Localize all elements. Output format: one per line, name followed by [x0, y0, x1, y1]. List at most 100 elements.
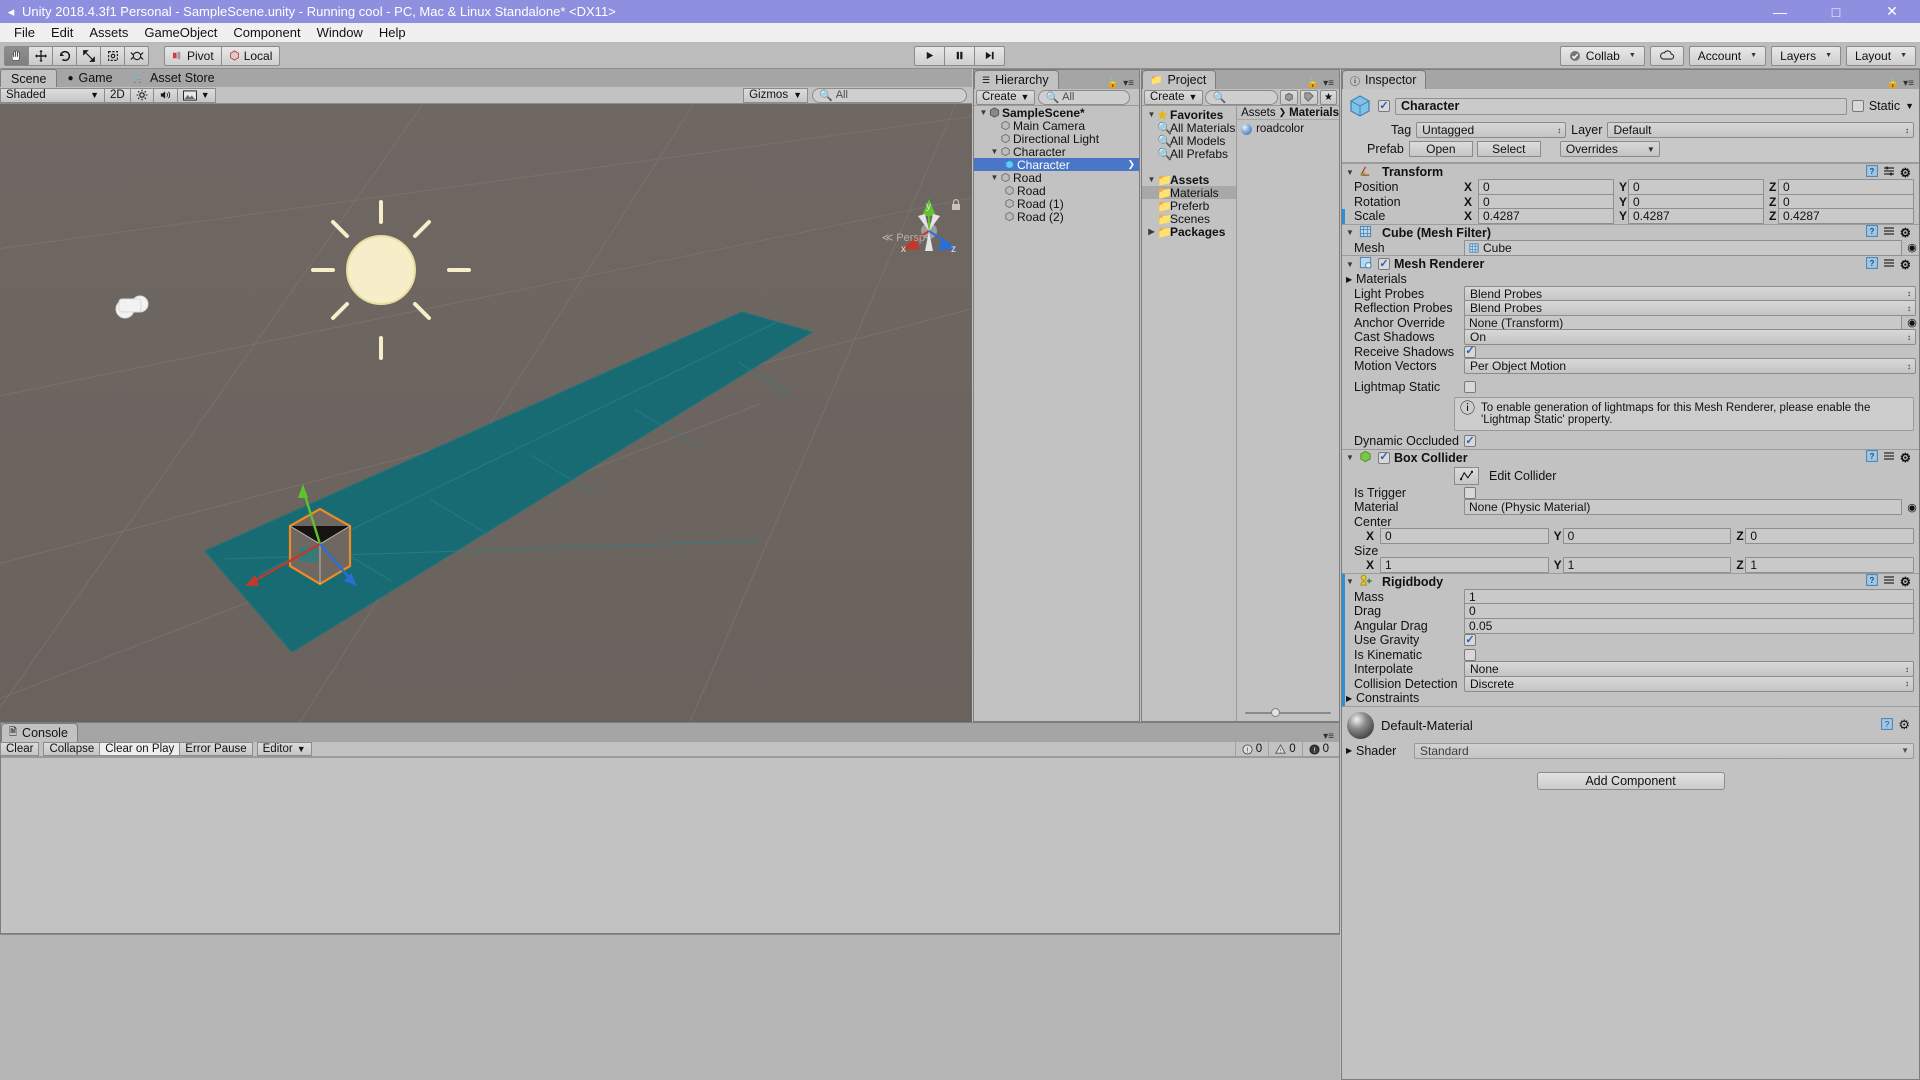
project-row-all-models[interactable]: 🔍 All Models	[1142, 134, 1236, 148]
scene-viewport[interactable]: x y z ≪ Persp	[0, 104, 972, 722]
hierarchy-tab-menu[interactable]: 🔒 ▾≡	[1107, 78, 1139, 89]
console-warning-counter[interactable]: ! 0	[1268, 742, 1301, 756]
hierarchy-search-input[interactable]: 🔍 All	[1038, 89, 1131, 105]
chevron-down-icon[interactable]: ▼	[1905, 101, 1914, 111]
constraints-row[interactable]: ▶ Constraints	[1342, 691, 1919, 706]
gizmos-dropdown[interactable]: Gizmos ▼	[743, 87, 808, 103]
static-checkbox[interactable]	[1851, 100, 1864, 112]
toggle-2d-button[interactable]: 2D	[104, 87, 131, 103]
center-z-field[interactable]: 0	[1745, 528, 1915, 545]
gear-icon[interactable]: ⚙	[1900, 450, 1911, 465]
help-icon[interactable]: ?	[1865, 256, 1878, 272]
hierarchy-row-character-parent[interactable]: ▼ Character	[974, 145, 1139, 159]
help-icon[interactable]: ?	[1865, 574, 1878, 589]
hierarchy-row-samplescene[interactable]: ▼ SampleScene*	[974, 106, 1139, 120]
scene-audio-button[interactable]	[152, 87, 178, 103]
panel-menu-icon[interactable]: ▾≡	[1123, 78, 1134, 89]
scale-y-field[interactable]: 0.4287	[1628, 208, 1764, 225]
project-zoom-slider[interactable]	[1237, 708, 1339, 718]
twisty-icon[interactable]: ▶	[1146, 227, 1157, 236]
console-collapse-button[interactable]: Collapse	[43, 742, 101, 756]
center-y-field[interactable]: 0	[1562, 528, 1732, 545]
object-picker-icon[interactable]: ◉	[1905, 241, 1919, 254]
preset-icon[interactable]	[1883, 165, 1895, 180]
maximize-button[interactable]: □	[1808, 0, 1864, 23]
tab-project[interactable]: 📁 Project	[1142, 70, 1217, 89]
scene-lighting-button[interactable]	[129, 87, 154, 103]
project-search-input[interactable]: 🔍	[1205, 89, 1279, 105]
foldout-icon[interactable]: ▼	[1346, 453, 1355, 462]
tab-hierarchy[interactable]: ☰ Hierarchy	[974, 70, 1059, 89]
project-row-materials[interactable]: 📁 Materials	[1142, 186, 1237, 200]
tab-inspector[interactable]: ⓘ Inspector	[1342, 70, 1427, 89]
angular-drag-field[interactable]: 0.05	[1464, 617, 1914, 634]
tab-scene[interactable]: Scene	[0, 69, 58, 87]
hierarchy-row-road-0[interactable]: Road	[974, 184, 1139, 198]
project-row-all-materials[interactable]: 🔍 All Materials	[1142, 121, 1236, 135]
filter-by-label-button[interactable]	[1300, 89, 1319, 105]
collider-material-field[interactable]: None (Physic Material)	[1464, 499, 1902, 516]
twisty-icon[interactable]: ▼	[978, 108, 989, 117]
menu-item-help[interactable]: Help	[371, 23, 414, 42]
menu-item-edit[interactable]: Edit	[43, 23, 81, 42]
twisty-icon[interactable]: ▼	[1146, 175, 1157, 184]
preset-icon[interactable]	[1883, 574, 1895, 589]
foldout-icon[interactable]: ▼	[1346, 577, 1355, 586]
materials-foldout-row[interactable]: ▶ Materials	[1342, 272, 1919, 287]
console-detail-area[interactable]	[0, 934, 1340, 1080]
cloud-button[interactable]	[1649, 45, 1684, 66]
inspector-tab-menu[interactable]: 🔒 ▾≡	[1887, 78, 1919, 89]
lock-icon[interactable]: 🔒	[1307, 78, 1319, 89]
layer-dropdown[interactable]: Default ↕	[1607, 122, 1914, 138]
is-trigger-checkbox[interactable]	[1464, 486, 1476, 499]
preset-icon[interactable]	[1883, 257, 1895, 272]
close-button[interactable]: ✕	[1864, 0, 1920, 23]
scene-search-input[interactable]: 🔍 All	[812, 87, 967, 103]
console-clear-on-play-button[interactable]: Clear on Play	[99, 742, 181, 756]
console-error-pause-button[interactable]: Error Pause	[179, 742, 253, 756]
center-x-field[interactable]: 0	[1380, 528, 1549, 545]
mesh-filter-header[interactable]: ▼ Cube (Mesh Filter) ? ⚙	[1342, 224, 1919, 241]
hierarchy-row-directional-light[interactable]: Directional Light	[974, 132, 1139, 146]
move-tool-button[interactable]	[28, 45, 53, 66]
foldout-icon[interactable]: ▶	[1346, 746, 1356, 755]
size-z-field[interactable]: 1	[1745, 557, 1915, 574]
gear-icon[interactable]: ⚙	[1900, 165, 1911, 180]
motion-vectors-dropdown[interactable]: Per Object Motion ↕	[1464, 358, 1916, 375]
tab-console[interactable]: 🗎 Console	[1, 723, 78, 742]
transform-header[interactable]: ▼ Transform ? ⚙	[1342, 164, 1919, 180]
hierarchy-tree[interactable]: ▼ SampleScene* Main Camera Directional L…	[974, 106, 1139, 721]
tab-asset-store[interactable]: 🛒 Asset Store	[122, 69, 225, 87]
drag-field[interactable]: 0	[1464, 603, 1914, 620]
project-row-favorites[interactable]: ▼ ★ Favorites	[1142, 108, 1236, 122]
hand-tool-button[interactable]	[4, 45, 29, 66]
scale-x-field[interactable]: 0.4287	[1478, 208, 1614, 225]
console-log-counter[interactable]: ! 0	[1234, 742, 1268, 756]
panel-menu-icon[interactable]: ▾≡	[1323, 78, 1334, 89]
gear-icon[interactable]: ⚙	[1900, 225, 1911, 240]
prefab-overrides-dropdown[interactable]: Overrides ▼	[1559, 141, 1660, 157]
minimize-button[interactable]: —	[1752, 0, 1808, 23]
gear-icon[interactable]: ⚙	[1900, 574, 1911, 589]
prefab-select-button[interactable]: Select	[1476, 141, 1541, 157]
project-tree[interactable]: ▼ ★ Favorites 🔍 All Materials 🔍 All Mode…	[1142, 106, 1238, 721]
tab-game[interactable]: ● Game	[57, 69, 123, 87]
asset-item-roadcolor[interactable]: roadcolor	[1237, 120, 1339, 135]
cast-shadows-dropdown[interactable]: On ↕	[1464, 329, 1916, 346]
account-button[interactable]: Account ▼	[1688, 45, 1767, 66]
layout-button[interactable]: Layout ▼	[1846, 45, 1916, 66]
hierarchy-row-road-2[interactable]: Road (2)	[974, 210, 1139, 224]
help-icon[interactable]: ?	[1881, 717, 1894, 733]
local-toggle-button[interactable]: Local	[220, 45, 281, 66]
twisty-icon[interactable]: ▼	[1146, 110, 1157, 119]
menu-item-file[interactable]: File	[6, 23, 43, 42]
hierarchy-row-character-selected[interactable]: Character ❯	[974, 158, 1139, 172]
shader-dropdown[interactable]: Standard ▼	[1414, 742, 1914, 759]
help-icon[interactable]: ?	[1865, 225, 1878, 240]
menu-item-component[interactable]: Component	[225, 23, 308, 42]
scale-z-field[interactable]: 0.4287	[1778, 208, 1914, 225]
object-name-field[interactable]: Character	[1395, 97, 1847, 115]
interpolate-dropdown[interactable]: None ↕	[1464, 661, 1914, 678]
console-log-list[interactable]	[1, 757, 1339, 933]
pivot-toggle-button[interactable]: Pivot	[164, 45, 222, 66]
